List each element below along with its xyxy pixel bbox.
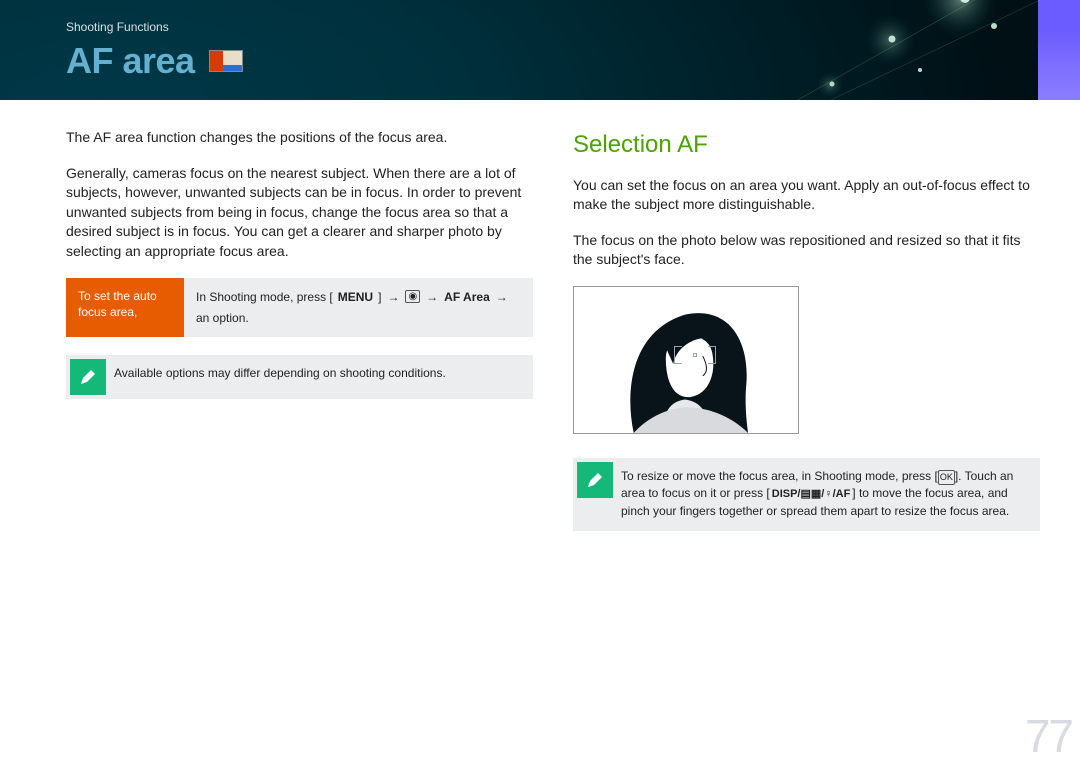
left-column: The AF area function changes the positio… (66, 128, 533, 531)
instruction-mid1: ] (378, 288, 381, 306)
intro-paragraph: The AF area function changes the positio… (66, 128, 533, 148)
nav-keys-label: DISP/▤▦/♀/AF (770, 487, 853, 503)
note-box-2: To resize or move the focus area, in Sho… (573, 458, 1040, 531)
selection-af-p1: You can set the focus on an area you wan… (573, 176, 1040, 215)
instruction-label: To set the auto focus area, (66, 278, 184, 337)
right-column: Selection AF You can set the focus on an… (573, 128, 1040, 531)
arrow-icon: → (387, 288, 399, 306)
note-text: Available options may differ depending o… (110, 355, 458, 399)
af-area-bold: AF Area (444, 288, 490, 306)
instruction-suffix: an option. (196, 309, 249, 327)
instruction-box: To set the auto focus area, In Shooting … (66, 278, 533, 337)
example-photo (573, 286, 799, 434)
title-thumbnail-icon (209, 50, 243, 72)
selection-af-p2: The focus on the photo below was reposit… (573, 231, 1040, 270)
content-area: The AF area function changes the positio… (0, 100, 1080, 531)
pen-icon (577, 462, 613, 498)
section-heading: Selection AF (573, 128, 1040, 162)
body-paragraph: Generally, cameras focus on the nearest … (66, 164, 533, 262)
menu-key: MENU (336, 288, 375, 306)
note2-t1: To resize or move the focus area, in Sho… (621, 469, 938, 483)
camera-icon: ◉ (405, 290, 420, 303)
arrow-icon: → (426, 288, 438, 306)
header-flare-graphic (780, 0, 1040, 100)
focus-area-bracket-icon (674, 343, 716, 367)
page-number: 77 (1025, 709, 1072, 763)
instruction-body: In Shooting mode, press [MENU] → ◉ → AF … (184, 278, 533, 337)
note-box: Available options may differ depending o… (66, 355, 533, 399)
page-header: Shooting Functions AF area (0, 0, 1080, 100)
arrow-icon: → (496, 288, 508, 306)
note-text-2: To resize or move the focus area, in Sho… (617, 458, 1040, 531)
ok-key-icon: OK (938, 470, 955, 485)
page-title: AF area (66, 40, 195, 82)
pen-icon (70, 359, 106, 395)
instruction-prefix: In Shooting mode, press [ (196, 288, 333, 306)
